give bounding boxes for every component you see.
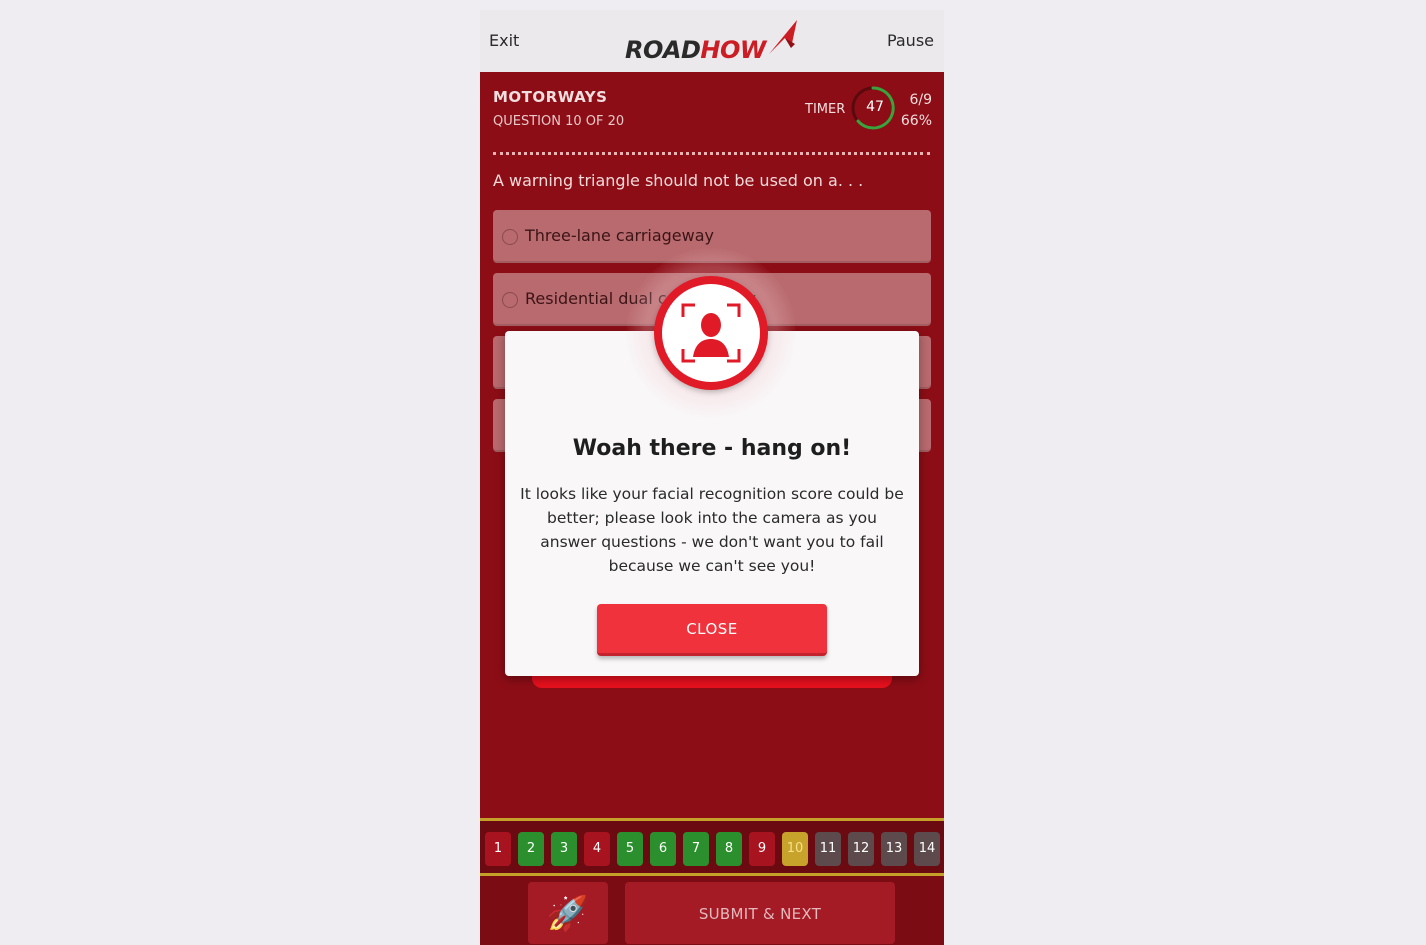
close-button-label: CLOSE <box>686 620 738 638</box>
radio-icon[interactable] <box>502 229 518 245</box>
question-nav-item[interactable]: 5 <box>617 832 643 866</box>
bottom-bar: 🚀 SUBMIT & NEXT <box>480 876 944 945</box>
question-nav-item[interactable]: 7 <box>683 832 709 866</box>
question-nav-item[interactable]: 3 <box>551 832 577 866</box>
submit-next-label: SUBMIT & NEXT <box>698 905 822 923</box>
roadhow-logo: ROADHOW <box>625 18 800 66</box>
dotted-divider <box>493 152 930 155</box>
rocket-button[interactable]: 🚀 <box>528 882 608 944</box>
exit-button[interactable]: Exit <box>489 31 519 50</box>
question-nav-item[interactable]: 1 <box>485 832 511 866</box>
score-fraction: 6/9 <box>909 92 932 108</box>
score-summary: 6/9 66% <box>898 90 932 132</box>
category-title: MOTORWAYS <box>493 88 608 106</box>
submit-next-button[interactable]: SUBMIT & NEXT <box>625 882 895 944</box>
rocket-icon: 🚀 <box>546 894 590 934</box>
face-recognition-icon <box>654 276 768 390</box>
question-text: A warning triangle should not be used on… <box>493 171 864 190</box>
question-nav-item[interactable]: 11 <box>815 832 841 866</box>
pause-button[interactable]: Pause <box>887 31 934 50</box>
close-button[interactable]: CLOSE <box>597 604 827 656</box>
logo-road-text: ROAD <box>625 36 701 64</box>
question-nav-item[interactable]: 13 <box>881 832 907 866</box>
question-nav-item[interactable]: 14 <box>914 832 940 866</box>
question-header: MOTORWAYS QUESTION 10 OF 20 <box>493 88 624 129</box>
question-navigator: 1 2 3 4 5 6 7 8 9 10 11 12 13 14 <box>480 818 944 876</box>
question-nav-item[interactable]: 2 <box>518 832 544 866</box>
timer-label: TIMER <box>805 102 846 117</box>
top-bar: Exit ROADHOW Pause <box>480 10 944 72</box>
question-nav-item[interactable]: 4 <box>584 832 610 866</box>
logo-arrow-icon <box>769 20 797 54</box>
dialog-message: It looks like your facial recognition sc… <box>520 485 904 575</box>
question-nav-item[interactable]: 8 <box>716 832 742 866</box>
question-nav-item[interactable]: 6 <box>650 832 676 866</box>
dialog-title: Woah there - hang on! <box>572 436 852 461</box>
question-nav-item[interactable]: 9 <box>749 832 775 866</box>
question-counter: QUESTION 10 OF 20 <box>493 114 625 129</box>
question-nav-item[interactable]: 12 <box>848 832 874 866</box>
timer-value: 47 <box>866 99 884 115</box>
answer-label: Three-lane carriageway <box>525 226 715 245</box>
logo-how-text: HOW <box>700 36 766 64</box>
question-nav-item[interactable]: 10 <box>782 832 808 866</box>
score-percent: 66% <box>900 113 932 129</box>
face-scan-icon <box>681 303 741 363</box>
radio-icon[interactable] <box>502 292 518 308</box>
